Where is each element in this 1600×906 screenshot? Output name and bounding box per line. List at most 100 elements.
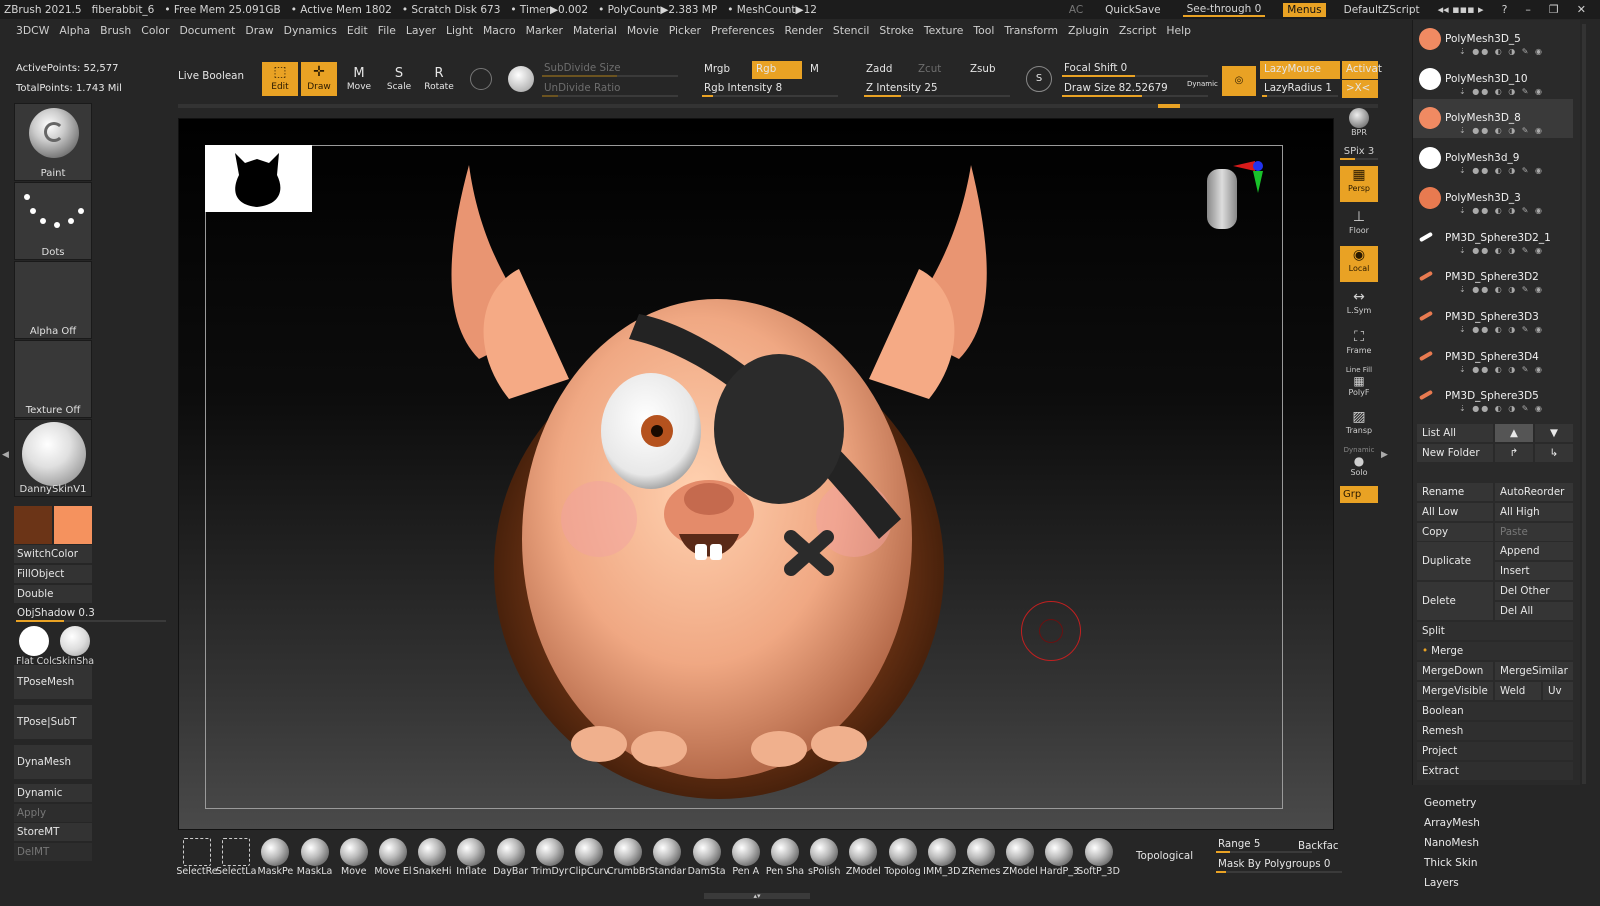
menu-item-edit[interactable]: Edit [347,24,368,37]
thick-skin-section[interactable]: Thick Skin [1424,854,1574,872]
store-mt-button[interactable]: StoreMT [14,823,92,841]
menu-item-movie[interactable]: Movie [627,24,659,37]
menu-item-stroke[interactable]: Stroke [879,24,913,37]
close-icon[interactable]: ✕ [1577,3,1586,16]
fill-object-button[interactable]: FillObject [14,565,92,583]
canvas-viewport[interactable] [178,118,1334,830]
tpose-subt-button[interactable]: TPose|SubT [14,705,92,739]
shelf-brush-snakehi[interactable]: SnakeHi [413,838,452,884]
rotate-button[interactable]: R Rotate [422,66,456,96]
panel-scrollbar[interactable] [1582,24,1586,784]
subtool-item[interactable]: PM3D_Sphere3D4 ⇣ ●● ◐ ◑ ✎ ◉ [1413,338,1573,377]
shelf-brush-pen-sha[interactable]: Pen Sha [766,838,804,884]
remesh-section[interactable]: Remesh [1417,722,1573,740]
live-boolean-button[interactable]: Live Boolean [178,70,248,90]
all-high-button[interactable]: All High [1495,503,1573,521]
activate-button[interactable]: Activat [1342,61,1382,79]
rename-button[interactable]: Rename [1417,483,1493,501]
subtool-item[interactable]: PolyMesh3d_9 ⇣ ●● ◐ ◑ ✎ ◉ [1413,139,1573,178]
lazyradius-slider[interactable]: LazyRadius 1 [1260,80,1340,98]
topological-button[interactable]: Topological [1136,850,1193,862]
subtool-visibility-icons[interactable]: ⇣ ●● ◐ ◑ ✎ ◉ [1459,285,1544,294]
subtool-item[interactable]: PolyMesh3D_10 ⇣ ●● ◐ ◑ ✎ ◉ [1413,60,1573,99]
frame-button[interactable]: ⛶ Frame [1340,328,1378,364]
subtool-visibility-icons[interactable]: ⇣ ●● ◐ ◑ ✎ ◉ [1459,166,1544,175]
gizmo-icon[interactable] [508,66,534,92]
menu-item-render[interactable]: Render [784,24,822,37]
layers-section[interactable]: Layers [1424,874,1574,892]
menu-item-preferences[interactable]: Preferences [711,24,775,37]
subtool-visibility-icons[interactable]: ⇣ ●● ◐ ◑ ✎ ◉ [1459,87,1544,96]
shelf-brush-trimdyr[interactable]: TrimDyr [531,838,569,884]
lsym-button[interactable]: ↔ L.Sym [1340,288,1378,324]
menu-item-stencil[interactable]: Stencil [833,24,870,37]
grp-button[interactable]: Grp [1340,486,1378,503]
collapse-icon[interactable]: >X< [1342,80,1378,98]
project-section[interactable]: Project [1417,742,1573,760]
shelf-brush-inflate[interactable]: Inflate [452,838,490,884]
focal-shift-slider[interactable]: Focal Shift 0 [1060,60,1210,78]
shelf-brush-softp-3d[interactable]: SoftP_3D [1077,838,1120,884]
lazymouse-icon-button[interactable]: ◎ [1222,66,1256,96]
menu-item-zplugin[interactable]: Zplugin [1068,24,1109,37]
move-up-icon[interactable]: ▲ [1495,424,1533,442]
subtool-item[interactable]: PM3D_Sphere3D5 ⇣ ●● ◐ ◑ ✎ ◉ [1413,377,1573,416]
arraymesh-section[interactable]: ArrayMesh [1424,814,1574,832]
shelf-brush-daybar[interactable]: DayBar [492,838,530,884]
menu-item-file[interactable]: File [378,24,396,37]
shelf-brush-topolog[interactable]: Topolog [884,838,922,884]
rgb-button[interactable]: Rgb [752,61,802,79]
layout-icons[interactable]: ◂◂ ▪▪▪ ▸ [1438,3,1484,16]
del-all-button[interactable]: Del All [1495,602,1573,620]
menu-item-light[interactable]: Light [446,24,473,37]
help-icon[interactable]: ? [1502,3,1508,16]
material-thumbnail[interactable]: DannySkinV1 [14,419,92,497]
switch-color-button[interactable]: SwitchColor [14,545,92,563]
shelf-brush-zmodel[interactable]: ZModel [844,838,882,884]
menu-item-texture[interactable]: Texture [924,24,964,37]
copy-button[interactable]: Copy [1417,523,1493,541]
see-through-slider[interactable]: See-through 0 [1182,3,1266,17]
shelf-brush-imm-3d[interactable]: IMM_3D [923,838,961,884]
boolean-section[interactable]: Boolean [1417,702,1573,720]
bottom-tray-handle-icon[interactable]: ▴▾ [704,893,810,900]
zsub-button[interactable]: Zsub [966,61,1016,79]
scale-button[interactable]: S Scale [382,66,416,96]
obj-shadow-slider[interactable]: ObjShadow 0.3 [14,604,166,622]
flat-color-material[interactable]: Flat Colc [16,626,56,667]
menus-button[interactable]: Menus [1283,2,1326,17]
menu-item-zscript[interactable]: Zscript [1119,24,1156,37]
local-button[interactable]: ◉ Local [1340,246,1378,282]
transp-button[interactable]: ▨ Transp [1340,408,1378,444]
duplicate-button[interactable]: Duplicate [1417,542,1493,580]
mrgb-button[interactable]: Mrgb [700,61,750,79]
delete-button[interactable]: Delete [1417,582,1493,620]
stroke-thumbnail[interactable]: Dots [14,182,92,260]
merge-down-button[interactable]: MergeDown [1417,662,1493,680]
texture-thumbnail[interactable]: Texture Off [14,340,92,418]
zadd-button[interactable]: Zadd [862,61,912,79]
shelf-brush-damsta[interactable]: DamSta [688,838,726,884]
nanomesh-section[interactable]: NanoMesh [1424,834,1574,852]
menu-item-draw[interactable]: Draw [245,24,273,37]
menu-item-layer[interactable]: Layer [406,24,436,37]
rgb-intensity-slider[interactable]: Rgb Intensity 8 [700,80,840,98]
menu-item-3dcw[interactable]: 3DCW [16,24,49,37]
dynamic-size-button[interactable]: Dynamic [1187,80,1218,88]
menu-item-picker[interactable]: Picker [669,24,701,37]
folder-move-icon[interactable]: ↱ [1495,444,1533,462]
append-button[interactable]: Append [1495,542,1573,560]
left-tray-arrow-icon[interactable]: ◀ [2,450,9,460]
shelf-brush-selectre[interactable]: SelectRe [176,838,218,884]
menu-item-brush[interactable]: Brush [100,24,131,37]
persp-button[interactable]: ▦ Persp [1340,166,1378,202]
menu-item-macro[interactable]: Macro [483,24,516,37]
subtool-visibility-icons[interactable]: ⇣ ●● ◐ ◑ ✎ ◉ [1459,325,1544,334]
shelf-brush-pen-a[interactable]: Pen A [727,838,765,884]
subdivide-size-slider[interactable]: SubDivide Size [540,60,680,78]
navigation-gizmo[interactable] [1199,161,1263,241]
right-tray-arrow-icon[interactable]: ▶ [1381,450,1388,460]
minimize-icon[interactable]: – [1525,3,1531,16]
spix-slider[interactable]: SPix 3 [1340,146,1378,160]
apply-button[interactable]: Apply [14,804,92,822]
